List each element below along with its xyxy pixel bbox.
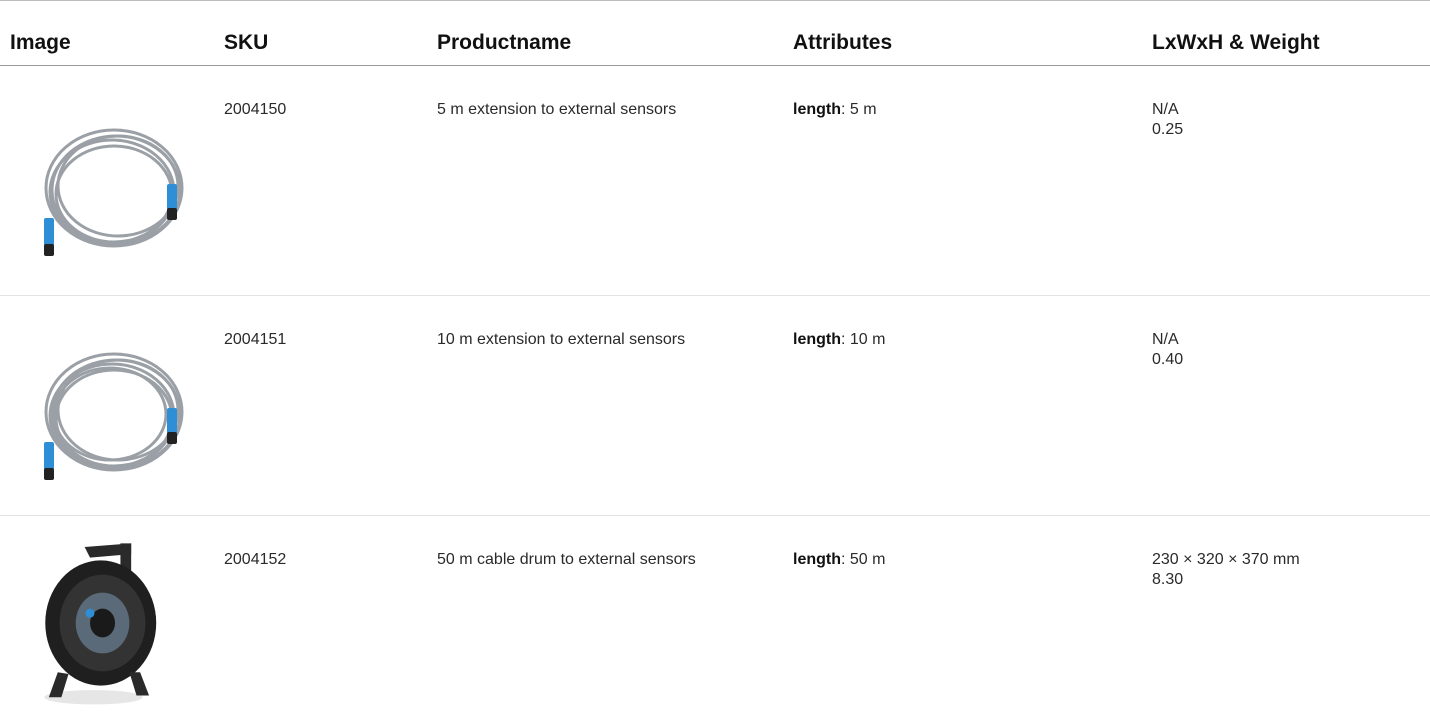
table-header: Image SKU Productname Attributes LxWxH &… [0,11,1430,66]
sku-value: 2004151 [224,331,287,348]
dimensions: 230 × 320 × 370 mm [1152,551,1300,568]
weight: 0.25 [1152,121,1184,138]
table-row: 2004151 10 m extension to external senso… [0,296,1430,516]
attribute-value: : 5 m [841,101,877,118]
weight: 8.30 [1152,571,1184,588]
attribute: length: 50 m [793,550,885,570]
dimensions-weight: N/A 0.25 [1152,100,1183,140]
coiled-cable-image [44,128,184,256]
product-name: 50 m cable drum to external sensors [437,551,696,568]
table-row: 2004152 50 m cable drum to external sens… [0,516,1430,727]
header-image: Image [10,31,71,54]
attribute: length: 5 m [793,100,877,120]
weight: 0.40 [1152,351,1184,368]
dimensions: N/A [1152,101,1179,118]
cable-drum-image [44,543,157,705]
attribute-value: : 50 m [841,551,886,568]
coiled-cable-image [44,352,184,480]
product-name: 5 m extension to external sensors [437,101,677,118]
attribute: length: 10 m [793,330,885,350]
header-sku: SKU [224,31,269,54]
sku-value: 2004152 [224,551,287,568]
dimensions: N/A [1152,331,1179,348]
header-attributes: Attributes [793,31,893,54]
dimensions-weight: N/A 0.40 [1152,330,1183,370]
attribute-key: length [793,551,841,568]
attribute-value: : 10 m [841,331,886,348]
sku-value: 2004150 [224,101,287,118]
header-productname: Productname [437,31,572,54]
attribute-key: length [793,331,841,348]
header-dimensions-weight: LxWxH & Weight [1152,31,1320,54]
table-row: 2004150 5 m extension to external sensor… [0,66,1430,296]
top-rule [0,0,1430,1]
product-name: 10 m extension to external sensors [437,331,686,348]
dimensions-weight: 230 × 320 × 370 mm 8.30 [1152,550,1300,590]
attribute-key: length [793,101,841,118]
